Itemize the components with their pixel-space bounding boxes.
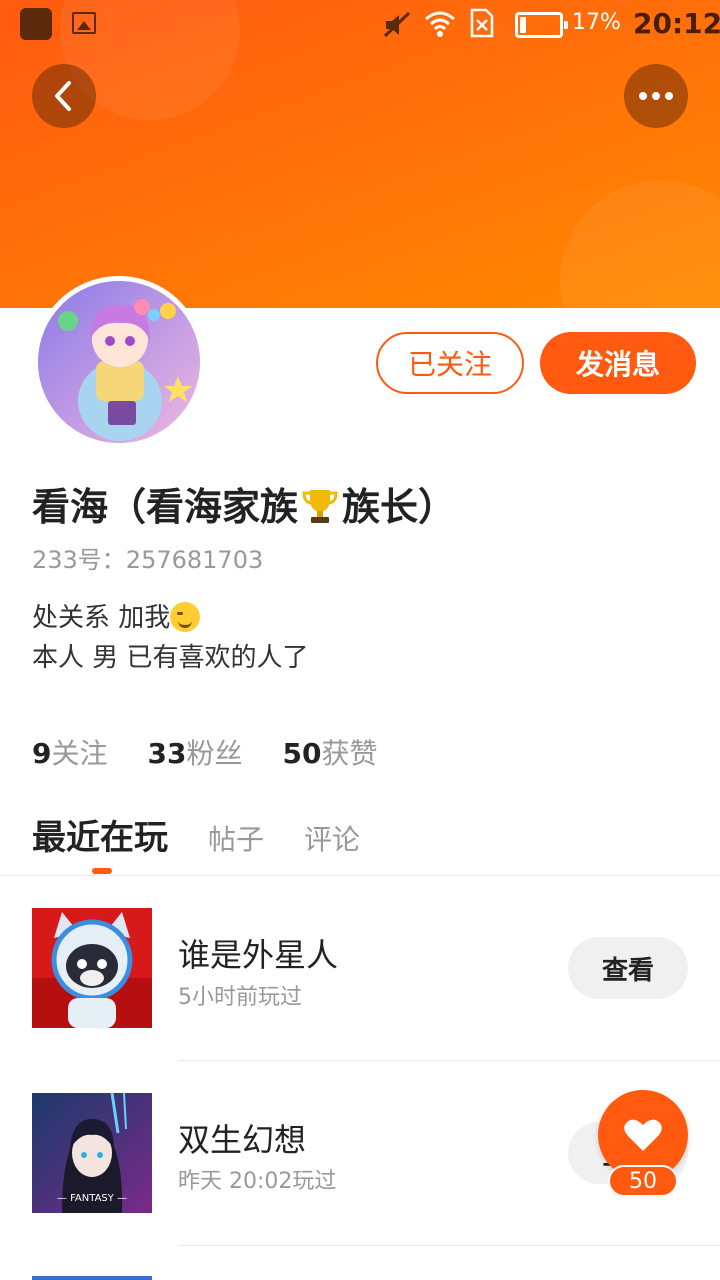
game-thumbnail-partial (32, 1276, 152, 1280)
clock: 20:12 (633, 7, 720, 40)
game-thumb-label: — FANTASY — (57, 1193, 127, 1204)
stat-following[interactable]: 9关注 (32, 732, 108, 772)
game-played-time: 昨天 20:02玩过 (178, 1169, 337, 1194)
tab-comments[interactable]: 评论 (304, 818, 360, 858)
tab-recently-played[interactable]: 最近在玩 (32, 810, 168, 874)
game-icon-fantasy: — FANTASY — (32, 1093, 152, 1213)
mute-icon (383, 11, 411, 38)
nickname-suffix: 族长） (342, 485, 457, 529)
like-count: 50 (608, 1165, 678, 1197)
game-thumbnail[interactable] (32, 908, 152, 1028)
more-button[interactable] (624, 64, 688, 128)
bio-line-1: 处关系 加我 (32, 603, 171, 633)
game-played-time: 5小时前玩过 (178, 985, 302, 1010)
row-divider (178, 1245, 720, 1246)
followed-button[interactable]: 已关注 (376, 332, 524, 394)
profile-page: 17% 20:12 已关注 发消息 看海（看海家族 族长） 233号：25768… (0, 0, 720, 1280)
status-bar: 17% 20:12 (0, 0, 720, 50)
wifi-icon (425, 11, 455, 37)
back-button[interactable] (32, 64, 96, 128)
game-icon-alien (32, 908, 152, 1028)
chevron-left-icon (55, 81, 71, 111)
game-name[interactable]: 双生幻想 (178, 1115, 306, 1161)
stat-fans[interactable]: 33粉丝 (148, 732, 243, 772)
profile-tabs: 最近在玩 帖子 评论 (32, 810, 360, 874)
avatar[interactable] (33, 276, 205, 448)
wink-emoji-icon (170, 602, 201, 632)
user-id: 233号：257681703 (32, 546, 264, 574)
battery-percent: 17% (572, 10, 621, 35)
no-sim-icon (470, 8, 494, 38)
send-message-button[interactable]: 发消息 (540, 332, 696, 394)
stat-likes[interactable]: 50获赞 (282, 732, 377, 772)
battery-icon (515, 12, 568, 38)
tab-posts[interactable]: 帖子 (208, 818, 264, 858)
nickname: 看海（看海家族 族长） (32, 476, 456, 531)
bio: 处关系 加我 本人 男 已有喜欢的人了 (32, 598, 309, 678)
more-dots-icon (639, 92, 673, 100)
nickname-prefix: 看海（看海家族 (32, 485, 299, 529)
heart-icon (624, 1119, 662, 1151)
trophy-icon (302, 490, 338, 523)
stats: 9关注 33粉丝 50获赞 (32, 732, 377, 772)
image-notification-icon (72, 12, 96, 34)
game-thumbnail[interactable]: — FANTASY — (32, 1093, 152, 1213)
bio-line-2: 本人 男 已有喜欢的人了 (32, 643, 309, 673)
app-notification-icon (20, 8, 52, 40)
view-button[interactable]: 查看 (568, 937, 688, 999)
row-divider (178, 1060, 720, 1061)
avatar-image (38, 281, 200, 443)
game-name[interactable]: 谁是外星人 (178, 930, 338, 976)
divider (0, 875, 720, 876)
